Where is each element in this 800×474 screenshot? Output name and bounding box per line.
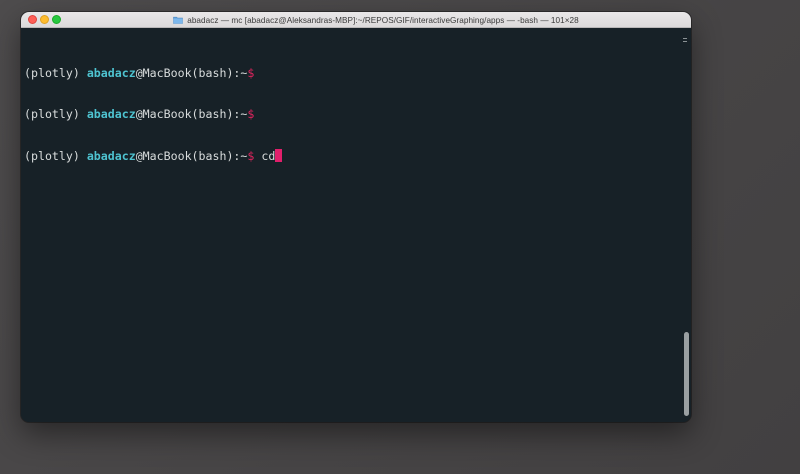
env-name: (plotly) [24, 148, 87, 163]
title-bar[interactable]: abadacz — mc [abadacz@Aleksandras-MBP]:~… [21, 12, 691, 28]
username: abadacz [86, 106, 136, 121]
folder-icon [173, 16, 184, 24]
env-name: (plotly) [24, 106, 87, 121]
close-button[interactable] [28, 15, 37, 24]
zoom-button[interactable] [52, 15, 61, 24]
window-title-area: abadacz — mc [abadacz@Aleksandras-MBP]:~… [81, 12, 671, 28]
prompt-symbol: $ [247, 66, 255, 81]
terminal-lines: (plotly) abadacz@MacBook(bash):~$ (plotl… [24, 40, 283, 190]
prompt-line-active[interactable]: (plotly) abadacz@MacBook(bash):~$ cd [24, 148, 283, 163]
scroll-grip-icon [683, 38, 687, 42]
username: abadacz [86, 148, 136, 163]
host: @MacBook(bash): [135, 66, 241, 81]
prompt-line: (plotly) abadacz@MacBook(bash):~$ [24, 106, 282, 122]
minimize-button[interactable] [40, 15, 49, 24]
terminal-content[interactable]: (plotly) abadacz@MacBook(bash):~$ (plotl… [21, 28, 691, 422]
env-name: (plotly) [24, 66, 87, 81]
scrollbar-thumb[interactable] [684, 332, 689, 416]
host: @MacBook(bash): [135, 106, 241, 121]
username: abadacz [86, 66, 136, 81]
command-input[interactable]: cd [254, 149, 275, 163]
window-title: abadacz — mc [abadacz@Aleksandras-MBP]:~… [187, 15, 579, 25]
prompt-line: (plotly) abadacz@MacBook(bash):~$ [24, 66, 282, 81]
host: @MacBook(bash): [135, 148, 241, 163]
prompt-symbol: $ [247, 106, 255, 121]
text-cursor [275, 148, 283, 162]
terminal-window[interactable]: abadacz — mc [abadacz@Aleksandras-MBP]:~… [21, 12, 691, 422]
